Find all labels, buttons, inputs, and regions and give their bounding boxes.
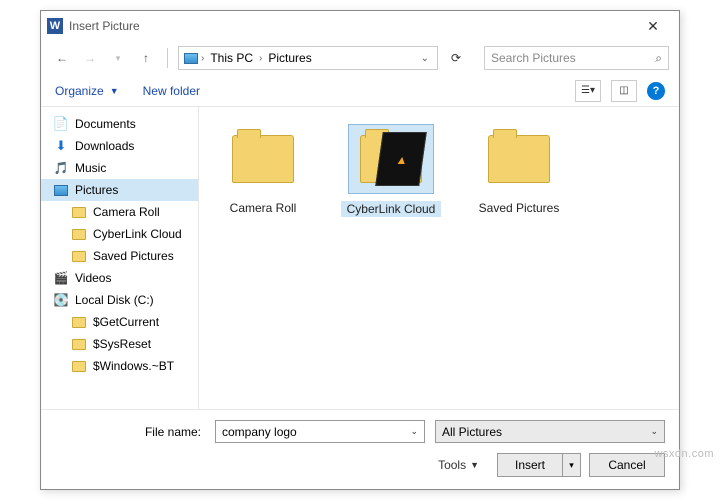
folder-icon: [71, 226, 87, 242]
refresh-button[interactable]: ⟳: [444, 51, 468, 65]
file-type-filter[interactable]: All Pictures ⌄: [435, 420, 665, 443]
caret-down-icon[interactable]: ▼: [110, 86, 119, 96]
insert-dropdown[interactable]: ▾: [562, 454, 580, 476]
recent-dropdown[interactable]: ▾: [107, 47, 129, 69]
pictures-icon: [183, 50, 199, 66]
file-list[interactable]: Camera Roll CyberLink Cloud Saved Pictur…: [199, 107, 679, 409]
tree-pictures[interactable]: Pictures: [41, 179, 198, 201]
word-icon: W: [47, 18, 63, 34]
footer: File name: company logo ⌄ All Pictures ⌄…: [41, 409, 679, 489]
folder-icon: [71, 248, 87, 264]
view-mode-button[interactable]: ☰▾: [575, 80, 601, 102]
close-button[interactable]: ✕: [633, 18, 673, 35]
title-bar: W Insert Picture ✕: [41, 11, 679, 41]
help-button[interactable]: ?: [647, 82, 665, 100]
insert-picture-dialog: W Insert Picture ✕ ← → ▾ ↑ › This PC › P…: [40, 10, 680, 490]
dialog-title: Insert Picture: [69, 19, 633, 33]
nav-bar: ← → ▾ ↑ › This PC › Pictures ⌄ ⟳ Search …: [41, 41, 679, 75]
chevron-right-icon: ›: [259, 53, 262, 64]
tree-downloads[interactable]: Downloads: [41, 135, 198, 157]
folder-icon: [488, 135, 550, 183]
breadcrumb[interactable]: › This PC › Pictures ⌄: [178, 46, 438, 70]
tree-getcurrent[interactable]: $GetCurrent: [41, 311, 198, 333]
crumb-this-pc[interactable]: This PC: [206, 49, 257, 67]
file-name-label: File name:: [55, 425, 205, 439]
watermark: wsxdn.com: [654, 448, 714, 460]
tree-camera-roll[interactable]: Camera Roll: [41, 201, 198, 223]
organize-menu[interactable]: Organize: [55, 84, 104, 98]
tree-windowsbt[interactable]: $Windows.~BT: [41, 355, 198, 377]
folder-icon: [71, 336, 87, 352]
folder-icon: [71, 314, 87, 330]
item-camera-roll[interactable]: Camera Roll: [213, 125, 313, 215]
chevron-right-icon: ›: [201, 53, 204, 64]
document-icon: [53, 116, 69, 132]
pictures-icon: [53, 182, 69, 198]
breadcrumb-dropdown[interactable]: ⌄: [417, 51, 433, 66]
search-placeholder: Search Pictures: [491, 51, 576, 65]
item-saved-pictures[interactable]: Saved Pictures: [469, 125, 569, 215]
preview-pane-button[interactable]: ◫: [611, 80, 637, 102]
search-icon: ⌕: [655, 51, 662, 66]
up-button[interactable]: ↑: [135, 47, 157, 69]
forward-button[interactable]: →: [79, 47, 101, 69]
tree-cyberlink[interactable]: CyberLink Cloud: [41, 223, 198, 245]
search-input[interactable]: Search Pictures ⌕: [484, 46, 669, 70]
video-icon: [53, 270, 69, 286]
item-cyberlink-cloud[interactable]: CyberLink Cloud: [341, 125, 441, 217]
download-icon: [53, 138, 69, 154]
new-folder-button[interactable]: New folder: [143, 84, 200, 98]
insert-button[interactable]: Insert ▾: [497, 453, 581, 477]
tree-documents[interactable]: Documents: [41, 113, 198, 135]
crumb-pictures[interactable]: Pictures: [264, 49, 315, 67]
tools-menu[interactable]: Tools ▼: [438, 458, 479, 472]
tree-videos[interactable]: Videos: [41, 267, 198, 289]
tree-sysreset[interactable]: $SysReset: [41, 333, 198, 355]
music-icon: [53, 160, 69, 176]
separator: [167, 48, 168, 68]
folder-icon: [360, 135, 422, 183]
disk-icon: [53, 292, 69, 308]
back-button[interactable]: ←: [51, 47, 73, 69]
caret-down-icon: ▼: [470, 460, 479, 470]
toolbar: Organize ▼ New folder ☰▾ ◫ ?: [41, 75, 679, 107]
file-name-value: company logo: [222, 425, 410, 439]
file-name-input[interactable]: company logo ⌄: [215, 420, 425, 443]
folder-icon: [232, 135, 294, 183]
tree-music[interactable]: Music: [41, 157, 198, 179]
folder-icon: [71, 358, 87, 374]
tree-saved-pictures[interactable]: Saved Pictures: [41, 245, 198, 267]
chevron-down-icon: ⌄: [650, 426, 658, 437]
navigation-tree: Documents Downloads Music Pictures Camer…: [41, 107, 199, 409]
chevron-down-icon[interactable]: ⌄: [410, 426, 418, 437]
tree-local-disk[interactable]: Local Disk (C:): [41, 289, 198, 311]
folder-icon: [71, 204, 87, 220]
